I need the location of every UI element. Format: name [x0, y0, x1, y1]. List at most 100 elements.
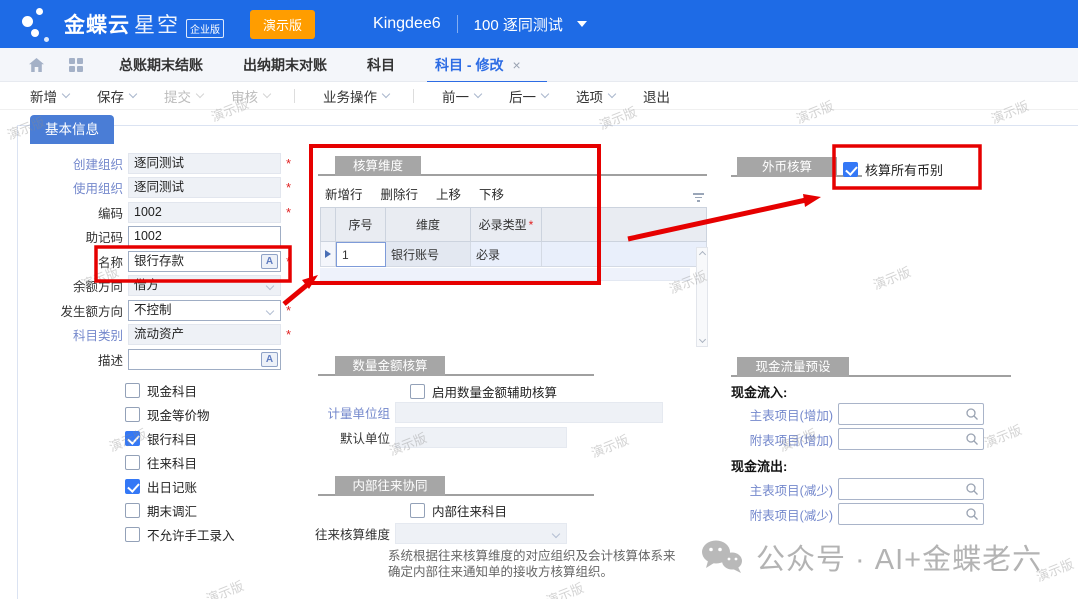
- internal-section-title: 内部往来协同: [335, 476, 445, 496]
- transaction-account-checkbox[interactable]: [125, 455, 140, 470]
- cash-account-checkbox[interactable]: [125, 383, 140, 398]
- previous-button[interactable]: 前一: [442, 86, 481, 106]
- move-down-button[interactable]: 下移: [479, 184, 504, 203]
- search-icon: [965, 507, 979, 521]
- cash-equivalent-checkbox[interactable]: [125, 407, 140, 422]
- tab-cashier-reconciliation[interactable]: 出纳期末对账: [243, 55, 327, 75]
- code-label: 编码: [0, 203, 128, 222]
- col-required-type[interactable]: 必录类型*: [471, 207, 542, 242]
- all-currency-checkbox[interactable]: [843, 162, 858, 177]
- no-manual-entry-checkbox[interactable]: [125, 527, 140, 542]
- form-row: 创建组织逐同测试*: [0, 151, 305, 176]
- internal-dimension-row: 往来核算维度: [305, 523, 567, 544]
- chevron-down-icon: [196, 90, 204, 98]
- main-item-decrease-label[interactable]: 主表项目(减少): [731, 480, 833, 499]
- search-icon: [965, 432, 979, 446]
- bank-account-checkbox[interactable]: [125, 431, 140, 446]
- enable-qty-amount-checkbox[interactable]: [410, 384, 425, 399]
- options-button[interactable]: 选项: [576, 86, 615, 106]
- amount-direction-select[interactable]: 不控制: [128, 300, 281, 321]
- tab-basic-info[interactable]: 基本信息: [30, 115, 114, 144]
- main-item-increase-input[interactable]: [838, 403, 984, 425]
- next-button[interactable]: 后一: [509, 86, 548, 106]
- form-row: 编码1002 *: [0, 200, 305, 225]
- main-item-increase-label[interactable]: 主表项目(增加): [731, 405, 833, 424]
- brand-subname: 星空: [134, 9, 180, 39]
- mnemonic-input[interactable]: 1002: [128, 226, 281, 247]
- home-icon[interactable]: [28, 57, 45, 73]
- attach-item-decrease-label[interactable]: 附表项目(减少): [731, 505, 833, 524]
- cell-dimension[interactable]: 银行账号: [386, 242, 471, 267]
- outflow-attach-row: 附表项目(减少): [731, 503, 984, 525]
- required-star: *: [286, 205, 294, 220]
- org-dropdown-caret-icon[interactable]: [577, 21, 587, 27]
- name-input[interactable]: 银行存款A: [128, 251, 281, 272]
- account-category-label[interactable]: 科目类别: [0, 325, 128, 344]
- audit-button[interactable]: 审核: [231, 86, 270, 106]
- multilang-icon[interactable]: A: [261, 352, 278, 367]
- col-dimension[interactable]: 维度: [386, 207, 471, 242]
- unit-group-field: [395, 402, 663, 423]
- use-org-label[interactable]: 使用组织: [0, 178, 128, 197]
- internal-note-text: 系统根据往来核算维度的对应组织及会计核算体系来确定内部往来通知单的接收方核算组织…: [388, 548, 680, 580]
- code-field: 1002: [128, 202, 281, 223]
- brand-name: 金蝶云: [64, 9, 130, 39]
- main-item-decrease-input[interactable]: [838, 478, 984, 500]
- use-org-field: 逐同测试: [128, 177, 281, 198]
- tab-account-modify[interactable]: 科目 - 修改×: [435, 55, 521, 75]
- attach-item-increase-input[interactable]: [838, 428, 984, 450]
- form-row: 名称银行存款A*: [0, 249, 305, 274]
- submit-button[interactable]: 提交: [164, 86, 203, 106]
- exit-button[interactable]: 退出: [643, 86, 670, 106]
- move-up-button[interactable]: 上移: [436, 184, 461, 203]
- header-divider: [457, 15, 458, 33]
- chevron-down-icon: [266, 307, 274, 315]
- chevron-down-icon: [474, 90, 482, 98]
- internal-account-checkbox[interactable]: [410, 503, 425, 518]
- edition-badge: 企业版: [186, 19, 224, 38]
- chevron-down-icon: [129, 90, 137, 98]
- close-tab-icon[interactable]: ×: [512, 57, 520, 73]
- required-star: *: [286, 180, 294, 195]
- checkbox-row: 现金科目: [0, 378, 235, 402]
- attach-item-decrease-input[interactable]: [838, 503, 984, 525]
- unit-group-label[interactable]: 计量单位组: [318, 403, 390, 422]
- kingdee-logo-icon: [22, 7, 56, 41]
- form-row: 发生额方向不控制*: [0, 298, 305, 323]
- tab-general-ledger-closing[interactable]: 总账期末结账: [119, 55, 203, 75]
- description-input[interactable]: A: [128, 349, 281, 370]
- cell-required-type[interactable]: 必录: [471, 242, 542, 267]
- grid-scrollbar[interactable]: [696, 247, 708, 347]
- demo-version-button[interactable]: 演示版: [250, 10, 315, 39]
- table-row[interactable]: 1 银行账号 必录: [320, 242, 707, 267]
- account-category-field: 流动资产: [128, 324, 281, 345]
- menu-grid-icon[interactable]: [69, 58, 83, 72]
- business-operation-button[interactable]: 业务操作: [323, 86, 389, 106]
- search-icon: [965, 482, 979, 496]
- chevron-down-icon: [608, 90, 616, 98]
- top-header: 金蝶云 星空 企业版 演示版 Kingdee6 100 逐同测试: [0, 0, 1078, 48]
- new-button[interactable]: 新增: [30, 86, 69, 106]
- cell-seq[interactable]: 1: [336, 242, 386, 267]
- inflow-main-row: 主表项目(增加): [731, 403, 984, 425]
- attach-item-increase-label[interactable]: 附表项目(增加): [731, 430, 833, 449]
- form-row: 使用组织逐同测试 *: [0, 176, 305, 201]
- journal-checkbox[interactable]: [125, 479, 140, 494]
- create-org-label[interactable]: 创建组织: [0, 154, 128, 173]
- checkbox-row: 期末调汇: [0, 498, 235, 522]
- delete-row-button[interactable]: 删除行: [381, 184, 419, 203]
- filter-icon[interactable]: [692, 193, 704, 203]
- balance-direction-label: 余额方向: [0, 276, 128, 295]
- form-row: 科目类别流动资产*: [0, 323, 305, 348]
- create-org-field: 逐同测试: [128, 153, 281, 174]
- save-button[interactable]: 保存: [97, 86, 136, 106]
- org-selector-label[interactable]: 100 逐同测试: [474, 14, 563, 35]
- tab-account[interactable]: 科目: [367, 55, 395, 75]
- toolbar-divider: [413, 89, 414, 103]
- col-seq[interactable]: 序号: [336, 207, 386, 242]
- add-row-button[interactable]: 新增行: [325, 184, 363, 203]
- multilang-icon[interactable]: A: [261, 254, 278, 269]
- period-end-adjust-checkbox[interactable]: [125, 503, 140, 518]
- cashflow-section-title: 现金流量预设: [737, 357, 849, 377]
- scroll-down-icon: [698, 336, 705, 343]
